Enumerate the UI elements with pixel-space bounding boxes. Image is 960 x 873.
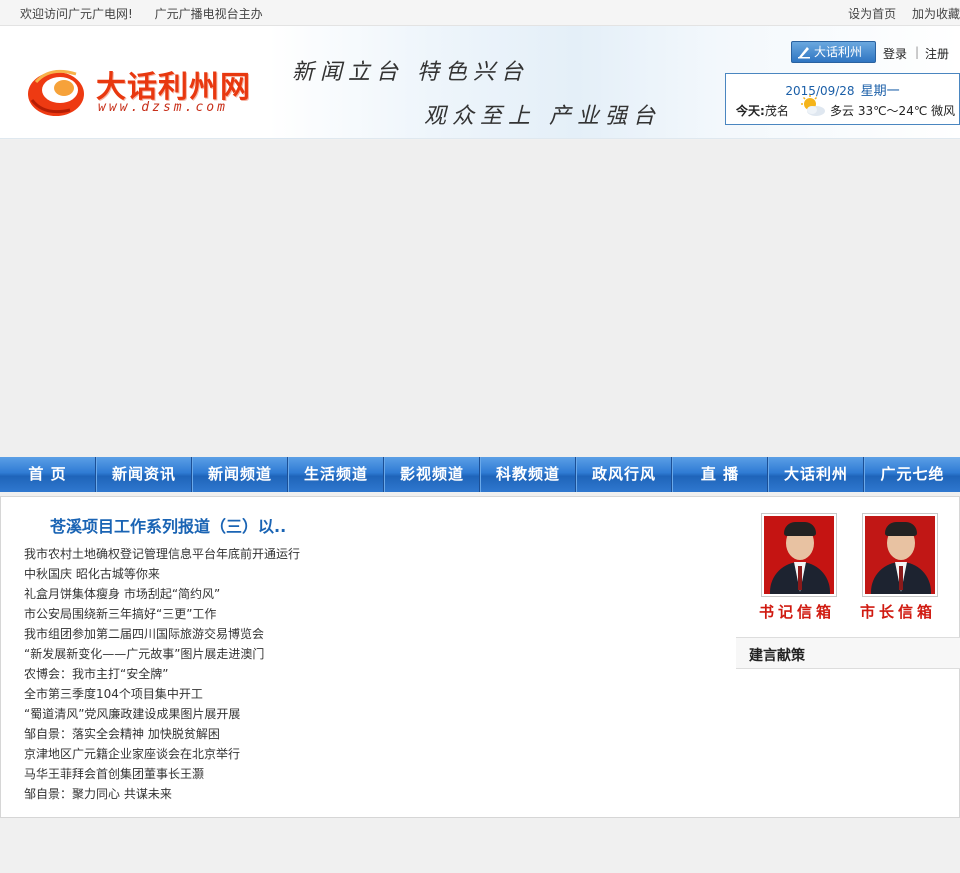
top-bar-left: 欢迎访问广元广电网! 广元广播电视台主办	[20, 5, 281, 22]
news-item[interactable]: “蜀道清风”党风廉政建设成果图片展开展	[24, 704, 300, 724]
nav-item-live[interactable]: 直 播	[672, 457, 768, 492]
news-item[interactable]: 京津地区广元籍企业家座谈会在北京举行	[24, 744, 300, 764]
top-bar-right: 设为首页 加为收藏	[836, 5, 960, 22]
nav-item-life-channel[interactable]: 生活频道	[288, 457, 384, 492]
mayor-mailbox-link[interactable]: 市长信箱	[860, 601, 936, 622]
login-separator: |	[915, 45, 920, 59]
nav-item-dahua-lizhou[interactable]: 大话利州	[768, 457, 864, 492]
logo-url: www.dzsm.com	[98, 100, 228, 115]
secretary-photo[interactable]	[761, 513, 837, 597]
weather-date-line: 2015/09/28 星期一	[726, 80, 959, 99]
dahua-lizhou-button[interactable]: 大话利州	[791, 41, 876, 63]
news-item[interactable]: 邹自景：落实全会精神 加快脱贫解困	[24, 724, 300, 744]
news-list: 我市农村土地确权登记管理信息平台年底前开通运行 中秋国庆 昭化古城等你来 礼盒月…	[24, 544, 300, 804]
weather-today: 今天:茂名	[736, 102, 789, 119]
weather-condition: 多云 33℃～24℃ 微风	[830, 104, 956, 118]
nav-item-government-style[interactable]: 政风行风	[576, 457, 672, 492]
add-favorite-link[interactable]: 加为收藏	[912, 7, 960, 21]
news-item[interactable]: 中秋国庆 昭化古城等你来	[24, 564, 300, 584]
main-content: 苍溪项目工作系列报道（三）以.. 我市农村土地确权登记管理信息平台年底前开通运行…	[0, 496, 960, 818]
partly-cloudy-icon	[801, 95, 825, 116]
site-header: 大话利州网 www.dzsm.com 新闻立台 特色兴台 观众至上 产业强台 大…	[0, 26, 960, 139]
headline-link[interactable]: 苍溪项目工作系列报道（三）以..	[50, 513, 286, 537]
news-item[interactable]: 全市第三季度104个项目集中开工	[24, 684, 300, 704]
host-text: 广元广播电视台主办	[154, 7, 263, 21]
nav-item-news-channel[interactable]: 新闻频道	[192, 457, 288, 492]
nav-item-science-channel[interactable]: 科教频道	[480, 457, 576, 492]
banner-ad-area	[0, 140, 960, 457]
slogan-line-2: 观众至上 产业强台	[424, 104, 661, 129]
news-item[interactable]: 我市组团参加第二届四川国际旅游交易博览会	[24, 624, 300, 644]
news-item[interactable]: 我市农村土地确权登记管理信息平台年底前开通运行	[24, 544, 300, 564]
weather-city: 茂名	[764, 104, 789, 118]
suggestions-header: 建言献策	[736, 637, 960, 669]
news-item[interactable]: “新发展新变化——广元故事”图片展走进澳门	[24, 644, 300, 664]
news-item[interactable]: 市公安局围绕新三年搞好“三更”工作	[24, 604, 300, 624]
news-item[interactable]: 礼盒月饼集体瘦身 市场刮起“简约风”	[24, 584, 300, 604]
news-item[interactable]: 邹自景：聚力同心 共谋未来	[24, 784, 300, 804]
nav-item-film-channel[interactable]: 影视频道	[384, 457, 480, 492]
page-bottom-area	[0, 819, 960, 873]
main-nav: 首 页 新闻资讯 新闻频道 生活频道 影视频道 科教频道 政风行风 直 播 大话…	[0, 457, 960, 492]
quill-icon	[798, 47, 810, 59]
weather-widget: 2015/09/28 星期一 今天:茂名 多云 33℃～24℃ 微风	[725, 73, 960, 125]
welcome-text: 欢迎访问广元广电网!	[20, 7, 133, 21]
top-bar: 欢迎访问广元广电网! 广元广播电视台主办 设为首页 加为收藏	[0, 0, 960, 26]
suggestions-title[interactable]: 建言献策	[749, 645, 805, 665]
weather-today-label: 今天:	[736, 104, 765, 118]
dahua-lizhou-button-label: 大话利州	[814, 45, 863, 59]
mayor-photo[interactable]	[862, 513, 938, 597]
logo-swirl-icon	[28, 69, 84, 116]
weather-weekday: 星期一	[860, 84, 900, 99]
site-logo[interactable]: 大话利州网 www.dzsm.com	[20, 56, 280, 138]
nav-item-home[interactable]: 首 页	[0, 457, 96, 492]
news-item[interactable]: 马华王菲拜会首创集团董事长王灏	[24, 764, 300, 784]
login-link[interactable]: 登录	[883, 45, 907, 62]
set-home-link[interactable]: 设为首页	[848, 7, 896, 21]
nav-item-guangyuan-qijue[interactable]: 广元七绝	[864, 457, 960, 492]
mayor-portrait	[865, 516, 935, 594]
secretary-mailbox-link[interactable]: 书记信箱	[759, 601, 835, 622]
register-link[interactable]: 注册	[925, 45, 949, 62]
secretary-portrait	[764, 516, 834, 594]
slogan-line-1: 新闻立台 特色兴台	[292, 60, 529, 85]
nav-item-news-info[interactable]: 新闻资讯	[96, 457, 192, 492]
news-item[interactable]: 农博会：我市主打“安全牌”	[24, 664, 300, 684]
